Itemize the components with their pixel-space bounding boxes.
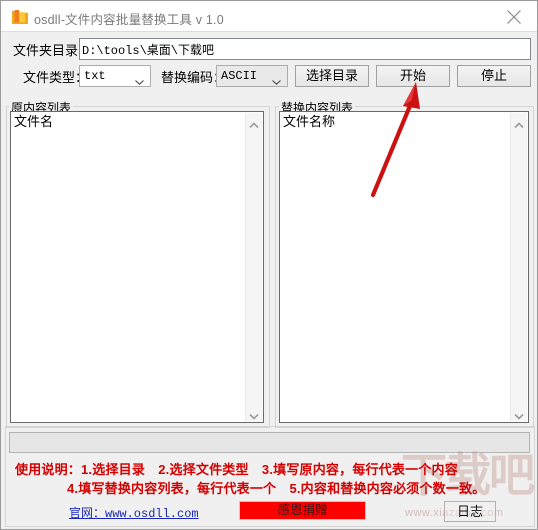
chevron-down-icon xyxy=(272,74,281,85)
official-site-link[interactable]: 官网：www.osdll.com xyxy=(69,504,199,521)
original-list-scrollbar[interactable] xyxy=(245,113,262,421)
chevron-up-icon[interactable] xyxy=(514,118,524,129)
encoding-value: ASCII xyxy=(221,69,258,83)
choose-directory-button[interactable]: 选择目录 xyxy=(295,65,369,87)
stop-button[interactable]: 停止 xyxy=(457,65,531,87)
log-button[interactable]: 日志 xyxy=(444,501,496,522)
folder-icon xyxy=(12,9,28,24)
donate-button[interactable]: 感恩捐赠 xyxy=(239,501,366,520)
list-item: 文件名称 xyxy=(283,114,336,129)
chevron-down-icon xyxy=(135,74,144,85)
chevron-down-icon[interactable] xyxy=(514,409,524,420)
titlebar: osdll-文件内容批量替换工具 v 1.0 xyxy=(1,1,537,32)
help-text-line-1: 使用说明：1.选择目录 2.选择文件类型 3.填写原内容，每行代表一个内容 xyxy=(15,462,458,477)
filetype-value: txt xyxy=(84,69,106,83)
close-icon[interactable] xyxy=(492,1,537,31)
chevron-down-icon[interactable] xyxy=(249,409,259,420)
progress-bar xyxy=(9,432,530,453)
directory-input[interactable] xyxy=(79,38,531,60)
app-window: osdll-文件内容批量替换工具 v 1.0 文件夹目录： 文件类型： txt … xyxy=(0,0,538,530)
help-text-line-2: 4.填写替换内容列表，每行代表一个 5.内容和替换内容必须个数一致。 xyxy=(67,481,486,496)
list-item: 文件名 xyxy=(14,114,54,129)
window-title: osdll-文件内容批量替换工具 v 1.0 xyxy=(34,13,224,27)
start-button[interactable]: 开始 xyxy=(376,65,450,87)
encoding-select[interactable]: ASCII xyxy=(216,65,288,87)
original-content-listbox[interactable]: 文件名 xyxy=(10,111,264,423)
filetype-select[interactable]: txt xyxy=(79,65,151,87)
replacement-list-scrollbar[interactable] xyxy=(510,113,527,421)
chevron-up-icon[interactable] xyxy=(249,118,259,129)
replacement-content-listbox[interactable]: 文件名称 xyxy=(279,111,529,423)
